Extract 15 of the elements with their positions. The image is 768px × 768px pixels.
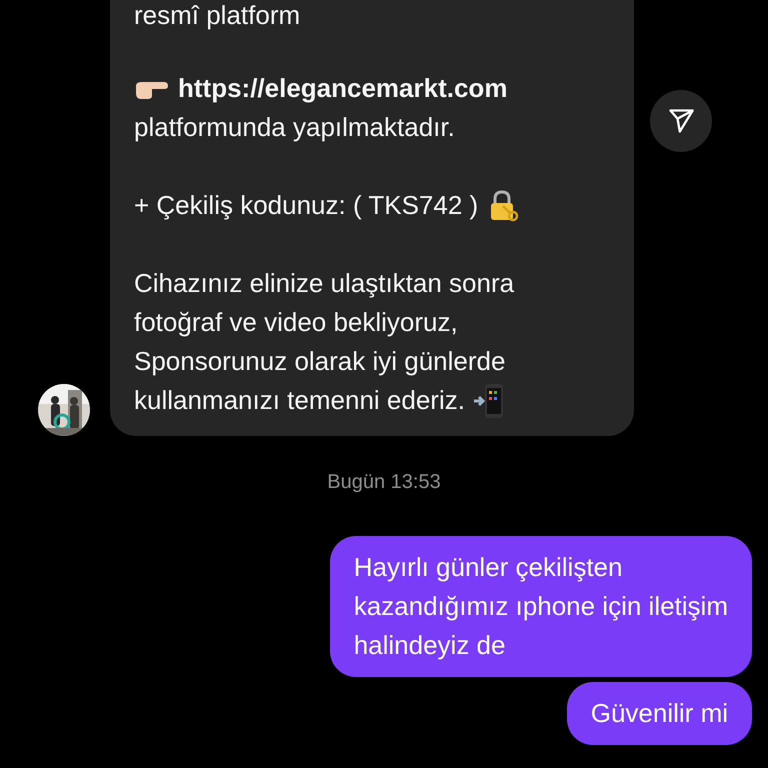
phone-arrow-icon [472, 382, 505, 420]
send-icon [667, 107, 695, 135]
message-text: kullanmanızı temenni ederiz. [134, 384, 465, 417]
message-text: + Çekiliş kodunuz: ( TKS742 ) [134, 189, 478, 222]
message-text: fotoğraf ve video bekliyoruz, [134, 306, 458, 339]
message-text: Güvenilir mi [590, 697, 728, 730]
message-text: Sponsorunuz olarak iyi günlerde [134, 345, 506, 378]
message-text: Hayırlı günler çekilişten [354, 551, 622, 584]
message-text: halindeyiz de [354, 629, 506, 662]
message-text: resmî platform [134, 0, 300, 30]
message-text: platformunda yapılmaktadır. [134, 111, 455, 144]
message-text: kazandığımız ıphone için iletişim [354, 590, 728, 623]
link[interactable]: https://elegancemarkt.com [178, 69, 508, 108]
timestamp: Bugün 13:53 [327, 470, 441, 495]
message-text: Cihazınız elinize ulaştıktan sonra [134, 267, 514, 300]
